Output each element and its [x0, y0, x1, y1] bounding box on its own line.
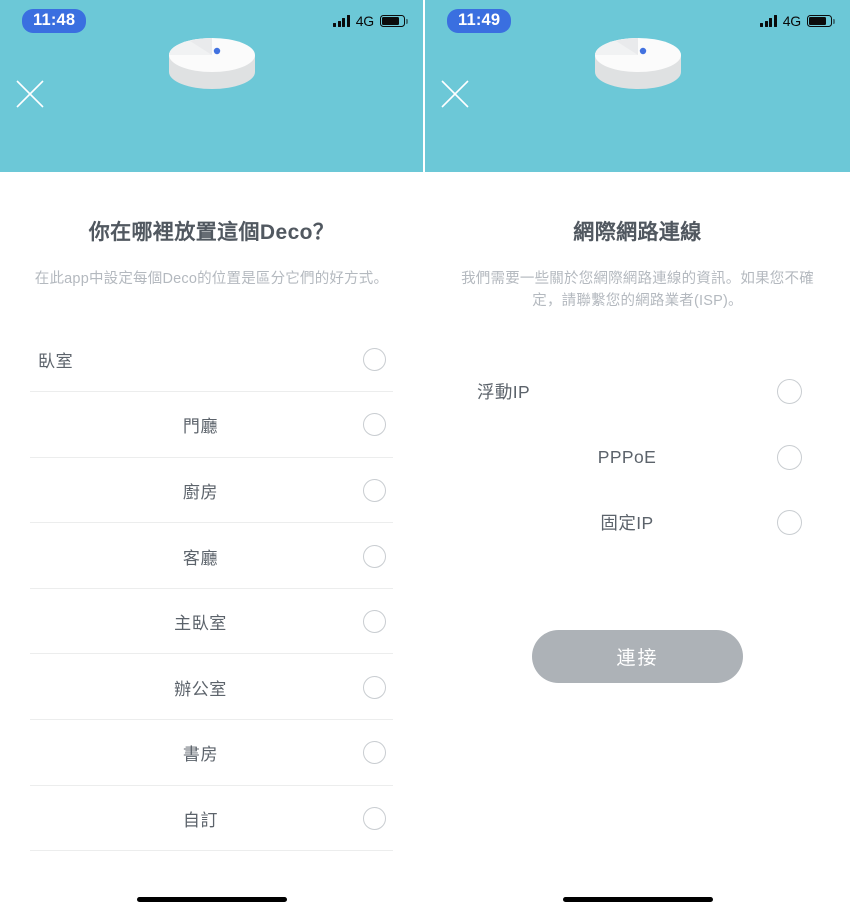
- radio-button-icon[interactable]: [363, 348, 386, 371]
- deco-device-icon: [164, 32, 260, 96]
- screen-deco-location: 11:48 4G: [0, 0, 423, 918]
- list-item-label: 廚房: [183, 478, 218, 503]
- list-item[interactable]: PPPoE: [467, 424, 808, 490]
- list-item[interactable]: 廚房: [30, 458, 393, 524]
- list-item[interactable]: 臥室: [30, 326, 393, 392]
- signal-bars-icon: [333, 15, 350, 27]
- list-item-label: 門廳: [183, 412, 218, 437]
- connect-button[interactable]: 連接: [532, 630, 743, 683]
- list-item-label: 浮動IP: [477, 379, 530, 404]
- page-title: 你在哪裡放置這個Deco？: [30, 216, 393, 246]
- signal-bars-icon: [760, 15, 777, 27]
- home-indicator: [563, 897, 713, 902]
- list-item[interactable]: 門廳: [30, 392, 393, 458]
- content-left: 你在哪裡放置這個Deco？ 在此app中設定每個Deco的位置是區分它們的好方式…: [0, 216, 423, 851]
- radio-button-icon[interactable]: [363, 741, 386, 764]
- page-subtitle: 在此app中設定每個Deco的位置是區分它們的好方式。: [30, 268, 393, 290]
- hero-header-left: 11:48 4G: [0, 0, 423, 172]
- page-subtitle: 我們需要一些關於您網際網路連線的資訊。如果您不確定，請聯繫您的網路業者(ISP)…: [455, 268, 820, 313]
- close-icon[interactable]: [14, 78, 46, 110]
- dual-screenshot-container: 11:48 4G: [0, 0, 850, 918]
- list-item[interactable]: 浮動IP: [467, 359, 808, 425]
- close-icon[interactable]: [439, 78, 471, 110]
- status-clock: 11:48: [22, 9, 86, 33]
- battery-icon: [807, 15, 832, 28]
- status-indicators: 4G: [333, 13, 405, 29]
- radio-button-icon[interactable]: [777, 510, 802, 535]
- radio-button-icon[interactable]: [777, 379, 802, 404]
- radio-button-icon[interactable]: [777, 445, 802, 470]
- radio-button-icon[interactable]: [363, 807, 386, 830]
- list-item-label: 書房: [183, 740, 218, 765]
- home-indicator: [137, 897, 287, 902]
- radio-button-icon[interactable]: [363, 479, 386, 502]
- list-item[interactable]: 客廳: [30, 523, 393, 589]
- list-item-label: 固定IP: [600, 510, 653, 535]
- radio-button-icon[interactable]: [363, 545, 386, 568]
- list-item-label: 自訂: [183, 806, 218, 831]
- list-item-label: PPPoE: [598, 447, 656, 468]
- list-item[interactable]: 辦公室: [30, 654, 393, 720]
- radio-button-icon[interactable]: [363, 413, 386, 436]
- deco-device-icon: [590, 32, 686, 96]
- screen-internet-connection: 11:49 4G: [425, 0, 850, 918]
- network-type-label: 4G: [783, 13, 801, 29]
- connection-type-option-list: 浮動IP PPPoE 固定IP: [455, 359, 820, 556]
- content-right: 網際網路連線 我們需要一些關於您網際網路連線的資訊。如果您不確定，請聯繫您的網路…: [425, 216, 850, 683]
- list-item-label: 臥室: [38, 347, 73, 372]
- list-item[interactable]: 主臥室: [30, 589, 393, 655]
- page-title: 網際網路連線: [455, 216, 820, 246]
- status-indicators: 4G: [760, 13, 832, 29]
- primary-action-area: 連接: [455, 630, 820, 683]
- radio-button-icon[interactable]: [363, 610, 386, 633]
- status-clock: 11:49: [447, 9, 511, 33]
- radio-button-icon[interactable]: [363, 676, 386, 699]
- location-option-list: 臥室 門廳 廚房 客廳 主臥室: [30, 326, 393, 851]
- list-item[interactable]: 書房: [30, 720, 393, 786]
- network-type-label: 4G: [356, 13, 374, 29]
- battery-icon: [380, 15, 405, 28]
- list-item[interactable]: 固定IP: [467, 490, 808, 556]
- list-item-label: 客廳: [183, 544, 218, 569]
- list-item-label: 辦公室: [174, 675, 227, 700]
- hero-header-right: 11:49 4G: [425, 0, 850, 172]
- list-item[interactable]: 自訂: [30, 786, 393, 852]
- list-item-label: 主臥室: [174, 609, 227, 634]
